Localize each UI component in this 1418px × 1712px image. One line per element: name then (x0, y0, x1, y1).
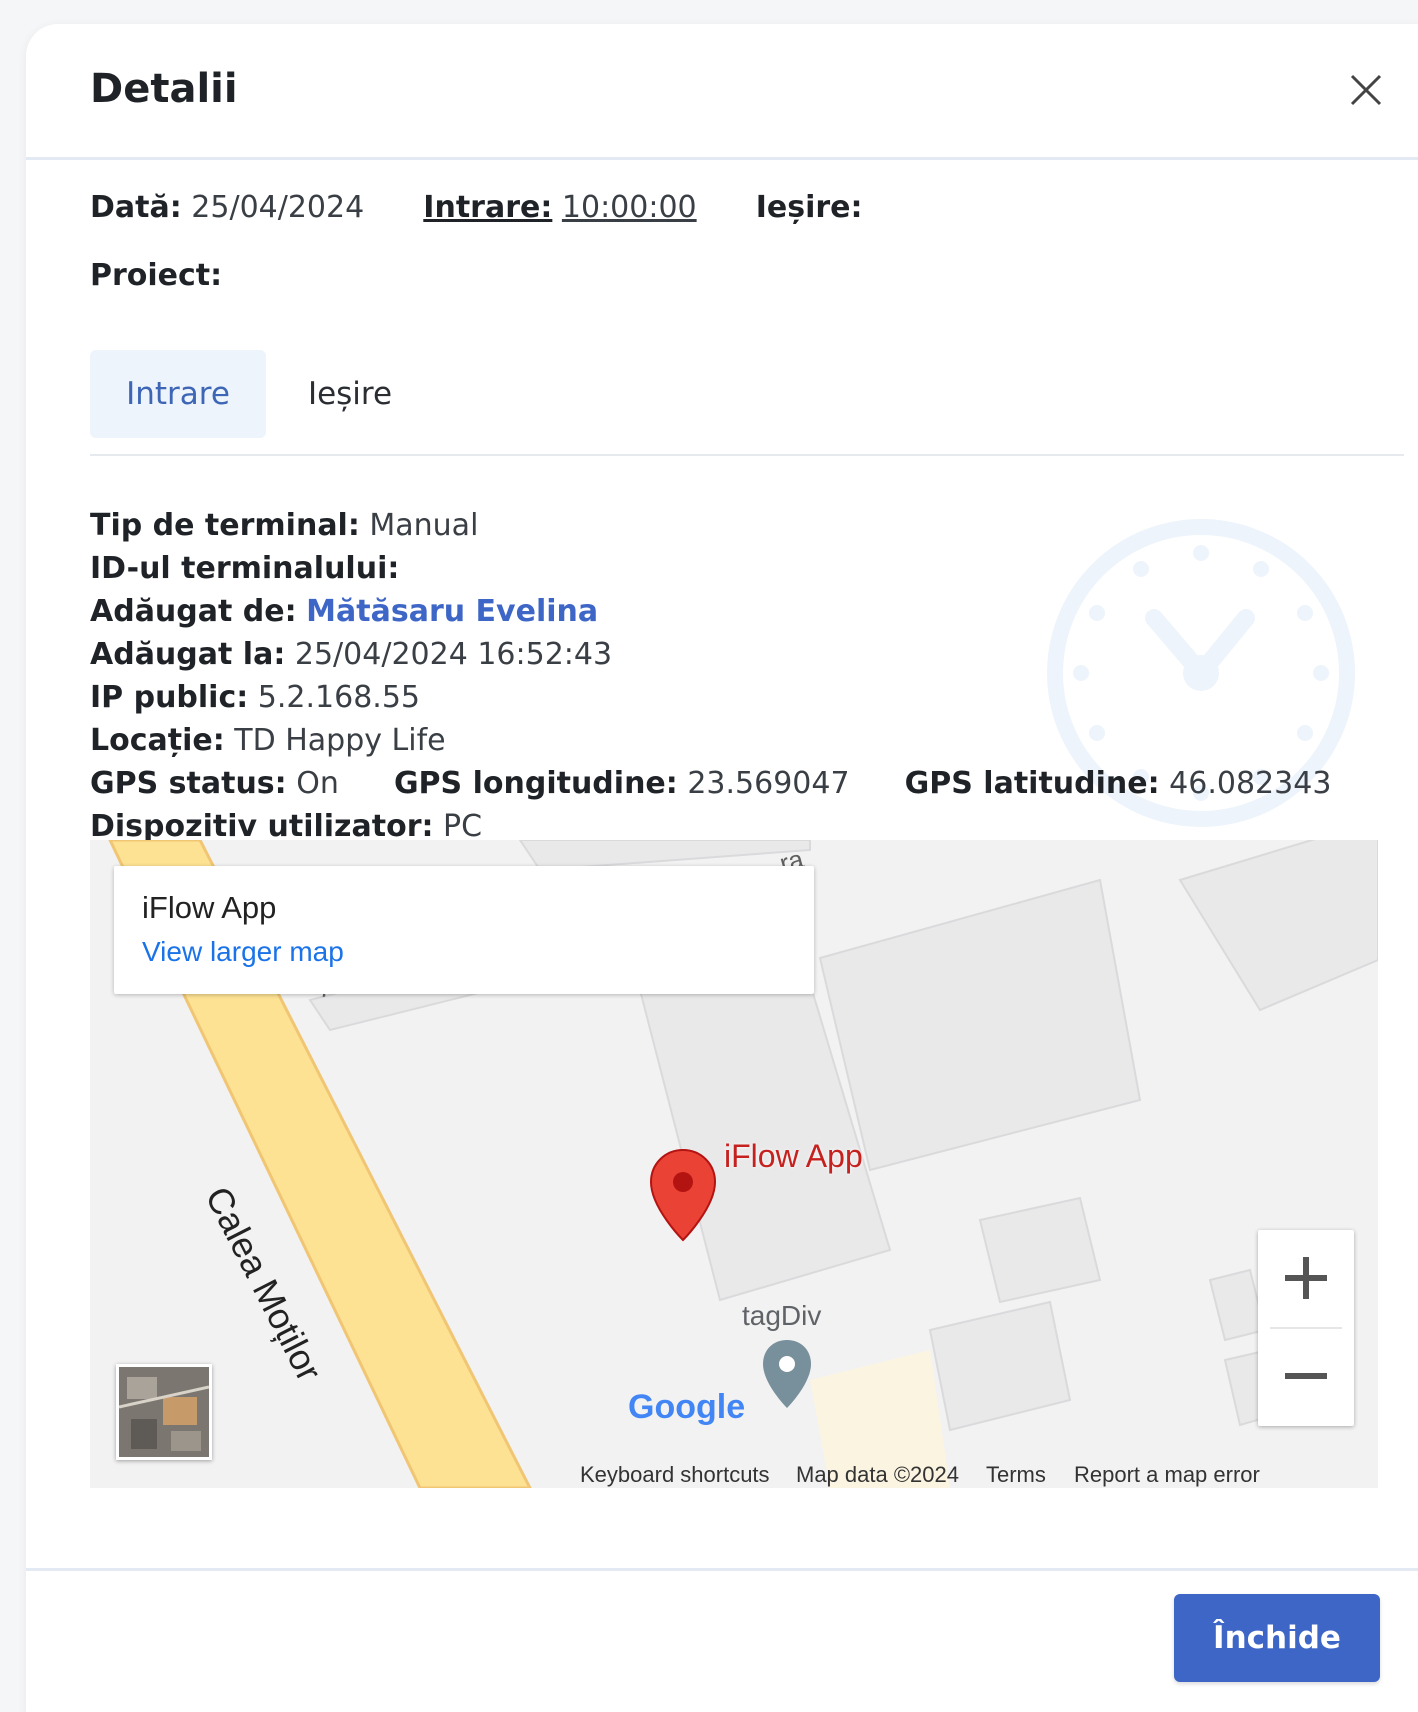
modal-header: Detalii (26, 24, 1418, 160)
google-logo-text: Google (628, 1388, 746, 1426)
minus-icon (1285, 1373, 1327, 1379)
entry-label: Intrare: (423, 190, 553, 225)
entry-time-link[interactable]: 10:00:00 (562, 190, 697, 225)
zoom-out-button[interactable] (1258, 1328, 1354, 1424)
terminal-type-row: Tip de terminal: Manual (90, 508, 478, 543)
close-icon[interactable] (1342, 66, 1390, 114)
map-info-card: iFlow App View larger map (114, 866, 814, 994)
added-by-row: Adăugat de: Mătăsaru Evelina (90, 594, 598, 629)
public-ip-value: 5.2.168.55 (257, 680, 421, 715)
project-row: Proiect: (90, 258, 222, 293)
tab-exit[interactable]: Ieșire (280, 350, 420, 438)
location-row: Locație: TD Happy Life (90, 723, 446, 758)
added-at-value: 25/04/2024 16:52:43 (294, 637, 613, 672)
close-button[interactable]: Închide (1174, 1594, 1380, 1682)
device-label: Dispozitiv utilizator: (90, 809, 434, 844)
poi-label[interactable]: tagDiv (742, 1300, 821, 1332)
zoom-in-button[interactable] (1258, 1230, 1354, 1326)
added-by-user-link[interactable]: Mătăsaru Evelina (306, 594, 598, 629)
added-at-row: Adăugat la: 25/04/2024 16:52:43 (90, 637, 612, 672)
terminal-id-label: ID-ul terminalului: (90, 551, 400, 586)
terminal-type-value: Manual (369, 508, 479, 543)
view-larger-map-link[interactable]: View larger map (142, 936, 344, 968)
gps-latitude-label: GPS latitudine: (904, 766, 1160, 801)
google-logo: Google (628, 1388, 745, 1427)
terminal-id-row: ID-ul terminalului: (90, 551, 399, 586)
exit-label: Ieșire: (755, 190, 863, 225)
terms-link[interactable]: Terms (986, 1460, 1046, 1488)
date-label: Dată: (90, 190, 182, 225)
gps-longitude-label: GPS longitudine: (393, 766, 678, 801)
location-map[interactable]: ra Ar Calea Moților iFlow App tagDiv iFl… (90, 840, 1378, 1488)
gps-row: GPS status: On GPS longitudine: 23.56904… (90, 766, 1331, 801)
device-value: PC (443, 809, 483, 844)
pin-label[interactable]: iFlow App (724, 1138, 863, 1175)
map-data-attribution: Map data ©2024 (796, 1462, 959, 1487)
tab-entry[interactable]: Intrare (90, 350, 266, 438)
project-label: Proiect: (90, 258, 223, 293)
added-by-label: Adăugat de: (90, 594, 297, 629)
details-modal: Detalii Dată: 25/04/2024 Intrare: 10:00:… (26, 24, 1418, 1712)
map-card-title: iFlow App (142, 890, 277, 925)
gps-status-label: GPS status: (90, 766, 287, 801)
keyboard-shortcuts-link[interactable]: Keyboard shortcuts (580, 1460, 770, 1488)
public-ip-label: IP public: (90, 680, 249, 715)
gps-latitude-value: 46.082343 (1169, 766, 1332, 801)
terminal-type-label: Tip de terminal: (90, 508, 360, 543)
plus-icon (1285, 1257, 1327, 1299)
date-value: 25/04/2024 (191, 190, 365, 225)
public-ip-row: IP public: 5.2.168.55 (90, 680, 420, 715)
tab-bar: Intrare Ieșire (90, 350, 1404, 456)
location-label: Locație: (90, 723, 225, 758)
modal-footer-divider (26, 1568, 1418, 1571)
location-value: TD Happy Life (234, 723, 446, 758)
satellite-thumbnail-icon (119, 1367, 209, 1457)
gps-longitude-value: 23.569047 (687, 766, 850, 801)
report-map-error-link[interactable]: Report a map error (1074, 1460, 1260, 1488)
gps-status-value: On (296, 766, 339, 801)
satellite-toggle-button[interactable] (116, 1364, 212, 1460)
modal-title: Detalii (90, 66, 238, 112)
added-at-label: Adăugat la: (90, 637, 286, 672)
summary-row: Dată: 25/04/2024 Intrare: 10:00:00 Ieșir… (90, 190, 863, 225)
zoom-control (1258, 1230, 1354, 1426)
device-row: Dispozitiv utilizator: PC (90, 809, 482, 844)
